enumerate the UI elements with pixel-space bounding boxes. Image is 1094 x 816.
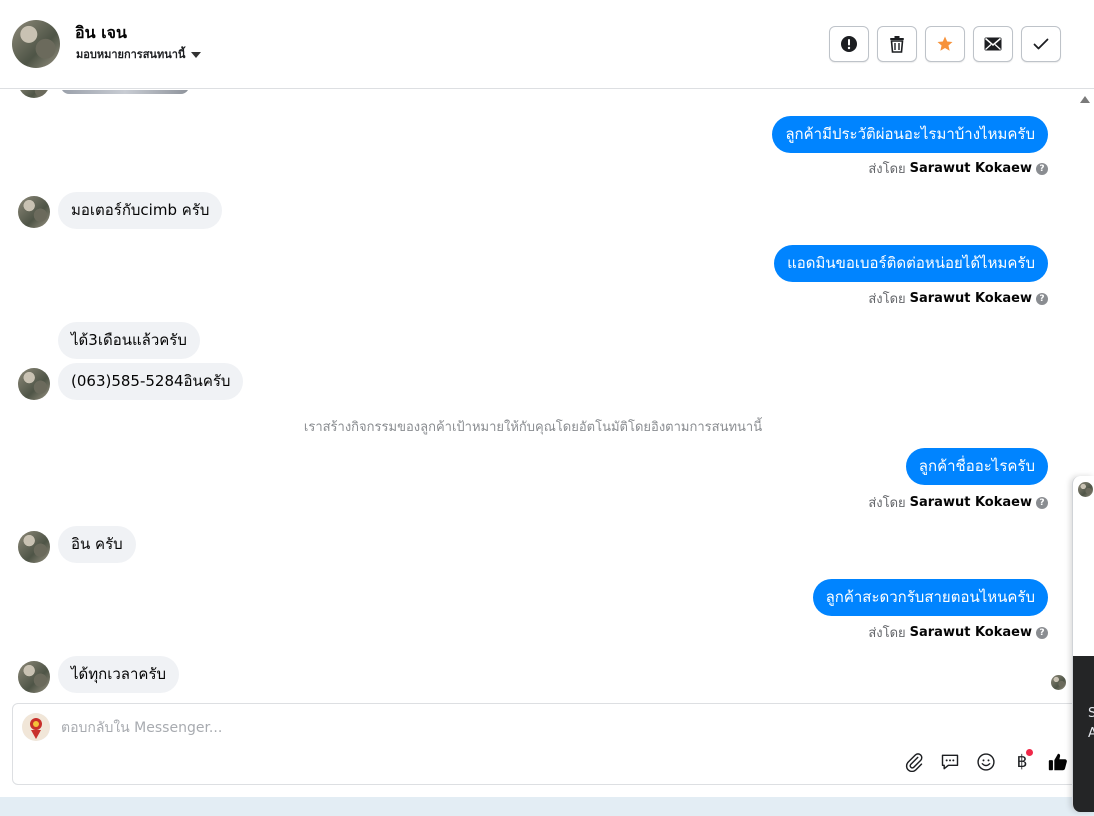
sender-name: Sarawut Kokaew [909,495,1032,510]
contact-avatar[interactable] [18,368,50,400]
sender-name: Sarawut Kokaew [909,625,1032,640]
conversation-actions [829,26,1061,62]
contact-avatar[interactable] [18,196,50,228]
check-icon [1033,38,1049,50]
sender-name: Sarawut Kokaew [909,291,1032,306]
conversation-header: อิน เจน มอบหมายการสนทนานี้ [0,0,1094,89]
system-activity-note: เราสร้างกิจกรรมของลูกค้าเป้าหมายให้กับคุ… [303,420,763,435]
delete-button[interactable] [877,26,917,62]
outgoing-message[interactable]: ลูกค้าชื่ออะไรครับ [905,448,1048,485]
image-attachment[interactable] [61,90,189,94]
contact-name[interactable]: อิน เจน [75,21,127,46]
inbox-conversation-view: อิน เจน มอบหมายการสนทนานี้ ลูกค้ามีประวั… [0,0,1094,816]
thumbs-up-icon [1048,753,1067,771]
sent-by-label: ส่งโดย Sarawut Kokaew ? [868,288,1048,309]
seen-receipt-avatar [1051,675,1066,690]
incoming-message[interactable]: มอเตอร์กับcimb ครับ [58,192,223,229]
composer-toolbar: ฿ [902,749,1070,774]
star-icon [937,36,953,51]
side-chat-panel[interactable]: S A [1072,476,1094,812]
contact-avatar[interactable] [12,20,60,68]
side-panel-text: A [1088,726,1094,741]
help-question-icon[interactable]: ? [1036,626,1048,639]
side-panel-dark-section: S A [1073,656,1094,812]
reply-input[interactable] [61,716,861,740]
paperclip-icon [905,753,923,772]
saved-reply-icon [941,754,959,770]
star-button[interactable] [925,26,965,62]
outgoing-message[interactable]: ลูกค้ามีประวัติผ่อนอะไรมาบ้างไหมครับ [772,116,1048,153]
incoming-message[interactable]: (063)585-5284อินครับ [58,363,244,400]
payment-button[interactable]: ฿ [1010,749,1034,774]
outgoing-message[interactable]: ลูกค้าสะดวกรับสายตอนไหนครับ [812,579,1048,616]
sender-name: Sarawut Kokaew [909,161,1032,176]
help-question-icon[interactable]: ? [1036,496,1048,509]
incoming-message[interactable]: ได้3เดือนแล้วครับ [58,322,200,359]
baht-payment-icon: ฿ [1016,752,1028,772]
sent-by-prefix: ส่งโดย [868,162,906,177]
reply-composer: ฿ [12,703,1082,785]
outgoing-message[interactable]: แอดมินขอเบอร์ติดต่อหน่อยได้ไหมครับ [774,245,1048,282]
chat-head-avatar[interactable] [1078,482,1093,497]
incoming-message[interactable]: ได้ทุกเวลาครับ [58,656,180,693]
help-question-icon[interactable]: ? [1036,292,1048,305]
side-panel-text: S [1088,706,1094,721]
caret-down-icon [191,51,202,58]
contact-avatar[interactable] [18,661,50,693]
saved-replies-button[interactable] [938,750,962,774]
contact-avatar[interactable] [18,531,50,563]
sent-by-label: ส่งโดย Sarawut Kokaew ? [868,158,1048,179]
trash-icon [890,36,904,53]
spam-button[interactable] [829,26,869,62]
sent-by-label: ส่งโดย Sarawut Kokaew ? [868,492,1048,513]
sent-by-prefix: ส่งโดย [868,626,906,641]
attach-file-button[interactable] [902,750,926,774]
sent-by-prefix: ส่งโดย [868,496,906,511]
contact-avatar [18,90,50,98]
notification-dot [1026,749,1033,756]
exclamation-icon [841,36,857,52]
sent-by-prefix: ส่งโดย [868,292,906,307]
incoming-message[interactable]: อิน ครับ [58,526,136,563]
scroll-up-arrow-icon[interactable] [1080,96,1090,103]
page-avatar [22,713,50,741]
page-logo-icon [22,713,50,741]
mark-unread-button[interactable] [973,26,1013,62]
page-background-strip [0,797,1094,816]
like-button[interactable] [1046,750,1070,774]
message-thread: ลูกค้ามีประวัติผ่อนอะไรมาบ้างไหมครับ ส่ง… [0,90,1072,702]
envelope-icon [984,37,1002,51]
mark-done-button[interactable] [1021,26,1061,62]
sent-by-label: ส่งโดย Sarawut Kokaew ? [868,622,1048,643]
emoji-icon [977,753,995,771]
help-question-icon[interactable]: ? [1036,162,1048,175]
assign-label: มอบหมายการสนทนานี้ [76,48,186,61]
emoji-button[interactable] [974,750,998,774]
assign-conversation-dropdown[interactable]: มอบหมายการสนทนานี้ [76,45,202,63]
